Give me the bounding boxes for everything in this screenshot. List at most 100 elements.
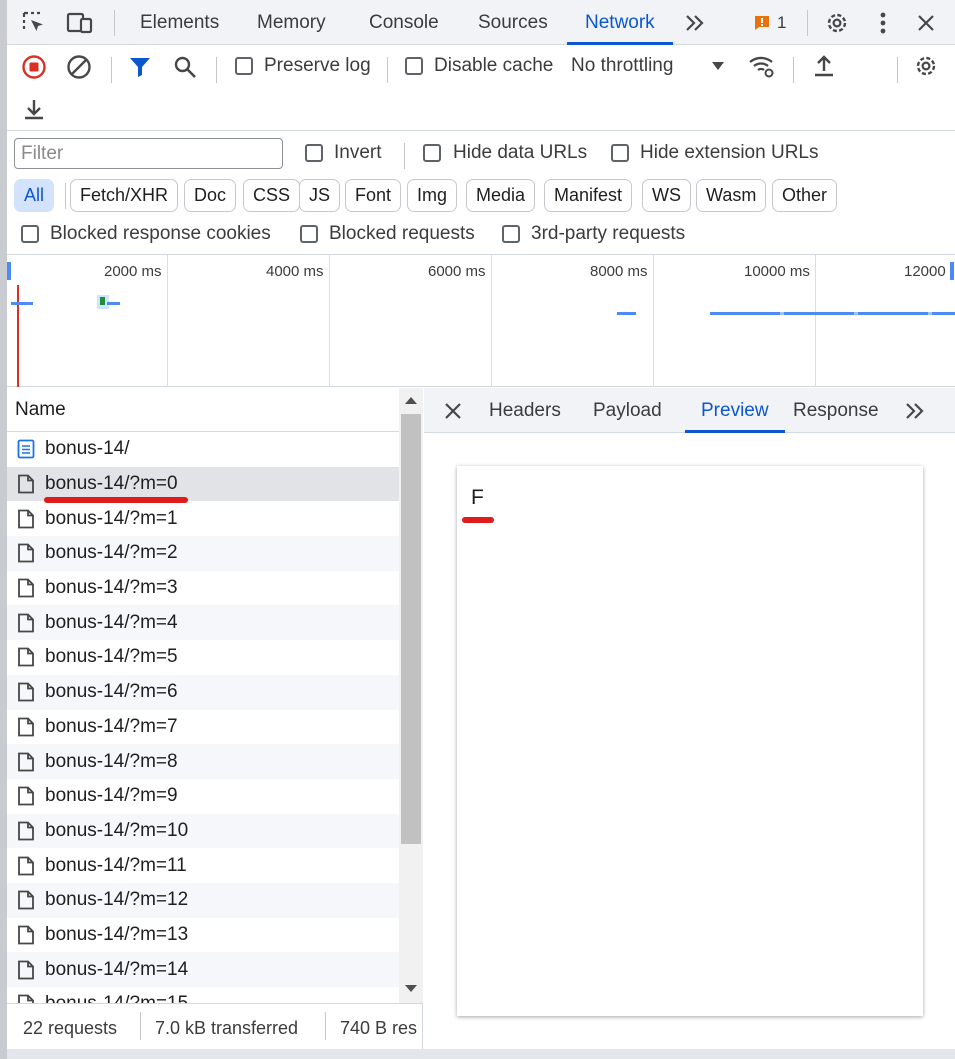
search-icon[interactable] [170, 52, 200, 82]
throttling-select[interactable]: No throttling [569, 51, 739, 83]
grid-line [815, 255, 816, 387]
request-row[interactable]: bonus-14/?m=15 [7, 987, 399, 1003]
blocked-requests-label: Blocked requests [329, 223, 475, 244]
invert-label: Invert [334, 142, 382, 163]
request-name: bonus-14/?m=6 [45, 681, 178, 703]
type-filter-wasm[interactable]: Wasm [696, 179, 767, 212]
scrollbar[interactable] [399, 388, 423, 1003]
tab-network[interactable]: Network [567, 0, 673, 45]
tab-elements[interactable]: Elements [140, 0, 219, 45]
request-row[interactable]: bonus-14/?m=1 [7, 501, 399, 536]
more-options-icon[interactable] [868, 8, 898, 38]
close-devtools-icon[interactable] [911, 8, 941, 38]
clear-icon[interactable] [64, 52, 94, 82]
request-name: bonus-14/?m=10 [45, 819, 189, 841]
file-icon [18, 960, 34, 980]
request-row[interactable]: bonus-14/?m=12 [7, 882, 399, 918]
request-row[interactable]: bonus-14/?m=10 [7, 813, 399, 849]
request-name: bonus-14/?m=14 [45, 958, 189, 980]
request-row[interactable]: bonus-14/?m=7 [7, 710, 399, 745]
request-row[interactable]: bonus-14/?m=5 [7, 640, 399, 675]
tab-headers[interactable]: Headers [489, 388, 561, 433]
file-icon [18, 856, 34, 875]
type-filter-fetch-xhr[interactable]: Fetch/XHR [70, 179, 179, 212]
preserve-log-checkbox[interactable] [235, 57, 253, 75]
network-toolbar: Preserve log Disable cache No throttling [7, 45, 955, 131]
inspect-element-icon[interactable] [19, 8, 49, 38]
tab-payload[interactable]: Payload [593, 388, 662, 433]
tab-memory[interactable]: Memory [257, 0, 326, 45]
invert-checkbox[interactable] [305, 144, 323, 162]
filter-input[interactable] [14, 138, 283, 169]
type-filter-img[interactable]: Img [407, 179, 458, 212]
request-row[interactable]: bonus-14/?m=0 [7, 466, 399, 503]
type-filter-all[interactable]: All [14, 179, 55, 212]
range-handle-left[interactable] [7, 262, 11, 280]
file-icon [18, 821, 34, 841]
third-party-checkbox[interactable] [502, 225, 520, 243]
close-details-icon[interactable] [438, 396, 468, 426]
range-handle-right[interactable] [950, 262, 954, 280]
more-tabs-icon[interactable] [900, 396, 930, 426]
grid-line [491, 255, 492, 387]
device-toolbar-icon[interactable] [65, 8, 95, 38]
request-name: bonus-14/?m=1 [45, 507, 178, 529]
file-icon [18, 613, 34, 633]
request-row[interactable]: bonus-14/?m=2 [7, 536, 399, 571]
type-filter-js[interactable]: JS [299, 179, 341, 212]
scroll-down-arrow[interactable] [405, 985, 417, 992]
disable-cache-label: Disable cache [434, 55, 554, 76]
hide-extension-urls-checkbox[interactable] [611, 144, 629, 162]
type-filter-font[interactable]: Font [345, 179, 402, 212]
type-filter-css[interactable]: CSS [243, 179, 301, 212]
tab-preview[interactable]: Preview [685, 388, 785, 433]
settings-gear-icon[interactable] [822, 8, 852, 38]
type-filter-doc[interactable]: Doc [184, 179, 237, 212]
network-conditions-icon[interactable] [747, 51, 777, 81]
tick-label: 6000 ms [428, 263, 486, 280]
more-tabs-icon[interactable] [680, 8, 710, 38]
request-row[interactable]: bonus-14/?m=14 [7, 952, 399, 987]
request-row[interactable]: bonus-14/?m=4 [7, 605, 399, 641]
tab-sources[interactable]: Sources [478, 0, 548, 45]
export-har-icon[interactable] [19, 94, 49, 124]
resources-size: 740 B res [340, 1018, 418, 1038]
separator [325, 1012, 326, 1040]
request-row[interactable]: bonus-14/?m=6 [7, 674, 399, 710]
scrollbar-thumb[interactable] [401, 414, 421, 844]
filter-funnel-icon[interactable] [125, 52, 155, 82]
grid-line [653, 255, 654, 387]
file-icon [18, 994, 34, 1003]
request-row[interactable]: bonus-14/?m=13 [7, 918, 399, 953]
blocked-cookies-checkbox[interactable] [21, 225, 39, 243]
request-row[interactable]: bonus-14/?m=3 [7, 571, 399, 606]
request-row[interactable]: bonus-14/?m=8 [7, 744, 399, 779]
import-har-icon[interactable] [809, 51, 839, 81]
blocked-requests-checkbox[interactable] [300, 225, 318, 243]
disable-cache-checkbox[interactable] [405, 57, 423, 75]
name-column-header[interactable]: Name [7, 388, 399, 432]
tick-label: 12000 [904, 263, 946, 280]
issues-button[interactable]: 1 [753, 13, 786, 33]
stop-recording-icon[interactable] [19, 52, 49, 82]
tab-console[interactable]: Console [369, 0, 439, 45]
request-row[interactable]: bonus-14/?m=9 [7, 779, 399, 814]
network-settings-gear-icon[interactable] [911, 51, 941, 81]
tab-response[interactable]: Response [793, 388, 879, 433]
type-filter-media[interactable]: Media [466, 179, 536, 212]
separator [114, 10, 115, 36]
request-name: bonus-14/?m=13 [45, 923, 189, 945]
type-filter-manifest[interactable]: Manifest [544, 179, 633, 212]
request-bar [710, 312, 955, 315]
file-icon [18, 682, 34, 702]
file-icon [18, 925, 34, 945]
type-filter-other[interactable]: Other [772, 179, 838, 212]
details-tab-bar: Headers Payload Preview Response [424, 388, 955, 433]
request-row[interactable]: bonus-14/ [7, 432, 399, 467]
scroll-up-arrow[interactable] [405, 397, 417, 404]
request-row[interactable]: bonus-14/?m=11 [7, 848, 399, 883]
request-rows: bonus-14/bonus-14/?m=0 bonus-14/?m=1 bonus… [7, 432, 399, 1003]
hide-data-urls-checkbox[interactable] [423, 144, 441, 162]
type-filter-ws[interactable]: WS [642, 179, 691, 212]
timeline-overview[interactable]: 2000 ms 4000 ms 6000 ms 8000 ms 10000 ms… [7, 255, 955, 387]
